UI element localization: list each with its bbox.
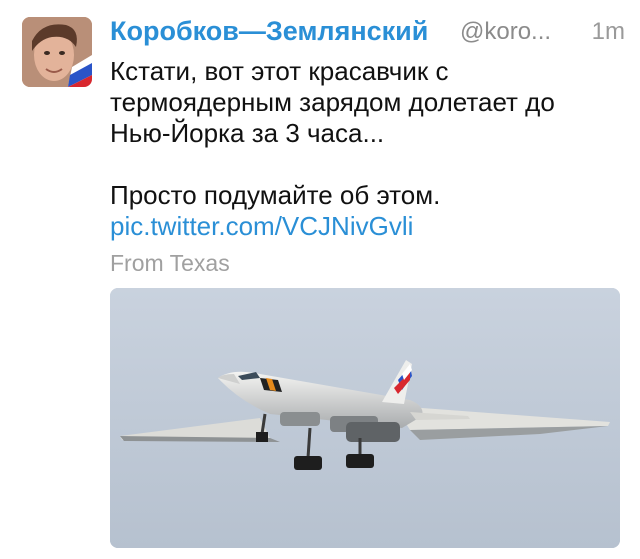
tweet-text-line: Просто подумайте об этом. [110, 180, 441, 210]
avatar[interactable] [22, 17, 92, 87]
tweet-text-line: Кстати, вот этот красавчик с [110, 56, 449, 86]
tweet-text-line: термоядерным зарядом долетает до [110, 87, 555, 117]
author-name[interactable]: Коробков—Землянский [110, 16, 428, 47]
avatar-photo-icon [22, 17, 92, 87]
tweet-text: Кстати, вот этот красавчик с термоядерны… [110, 56, 620, 242]
tweet-media-image[interactable] [110, 288, 620, 548]
tweet-location: From Texas [110, 250, 230, 276]
tweet-media-link[interactable]: pic.twitter.com/VCJNivGvli [110, 211, 620, 242]
tweet-text-line: Нью-Йорка за 3 часа... [110, 118, 385, 148]
tweet-header: Коробков—Землянский @koro... 1m [110, 16, 625, 50]
tweet-timestamp[interactable]: 1m [592, 18, 625, 46]
aircraft-photo-icon [110, 288, 620, 548]
author-handle[interactable]: @koro... [460, 18, 551, 46]
